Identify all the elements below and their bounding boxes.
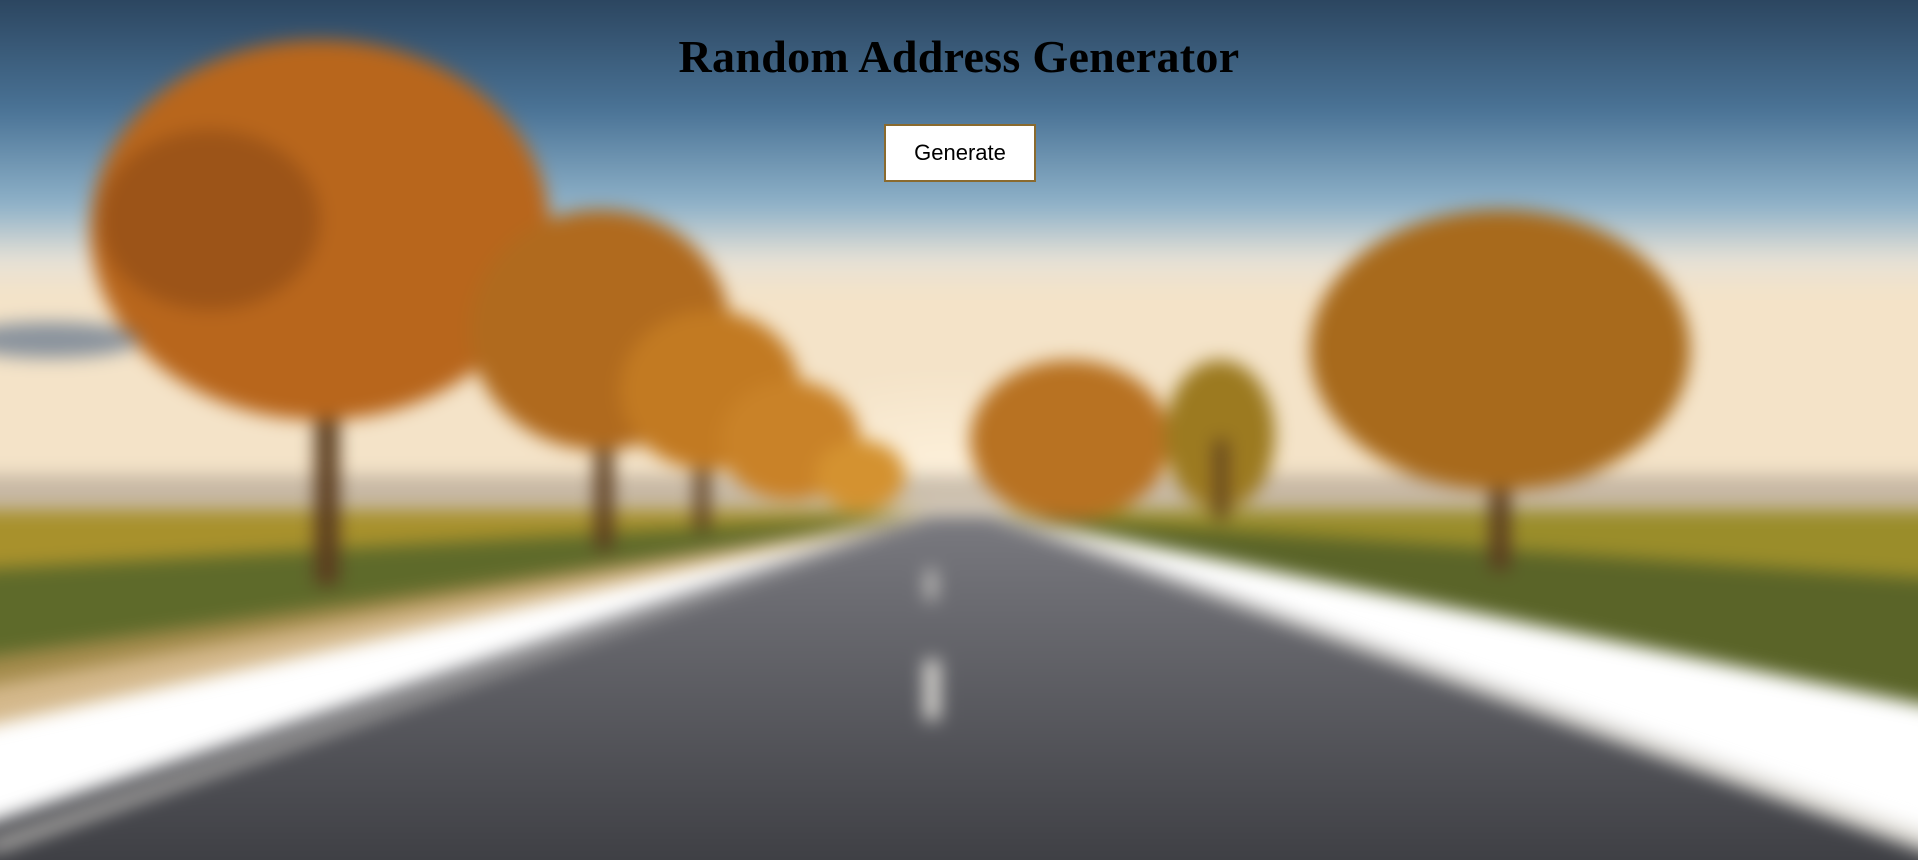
generate-button[interactable]: Generate [884, 124, 1036, 182]
page-frame: Random Address Generator Generate [0, 0, 1918, 860]
page-title: Random Address Generator [678, 31, 1240, 82]
